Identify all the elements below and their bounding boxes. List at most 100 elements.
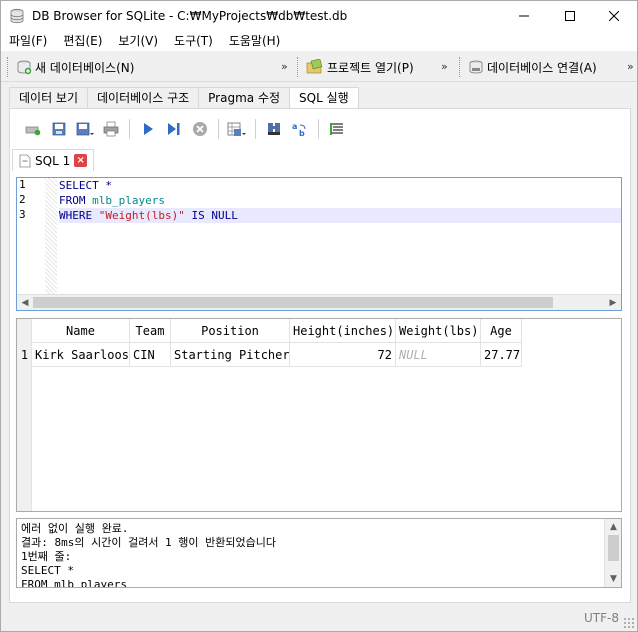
connect-database-label: 데이터베이스 연결(A) [487, 60, 597, 75]
scrollbar-thumb[interactable] [33, 297, 553, 308]
menu-edit[interactable]: 편집(E) [55, 31, 110, 51]
tab-edit-pragmas[interactable]: Pragma 수정 [198, 87, 291, 108]
code-line-3: WHERE "Weight(lbs)" IS NULL [59, 208, 621, 223]
play-icon [144, 123, 153, 135]
column-header[interactable]: Position [171, 319, 290, 343]
toolbar-grip[interactable] [7, 57, 10, 77]
sql-keyword: FROM [59, 194, 93, 207]
close-tab-icon[interactable]: × [74, 154, 88, 167]
row-number[interactable]: 1 [17, 343, 32, 367]
open-project-label: 프로젝트 열기(P) [327, 60, 414, 75]
open-tab-icon [25, 126, 41, 136]
column-header[interactable]: Name [32, 319, 130, 343]
scroll-left-icon[interactable]: ◀ [17, 295, 33, 310]
scrollbar-thumb[interactable] [608, 535, 619, 561]
connect-database-button[interactable]: 데이터베이스 연결(A) [466, 59, 599, 76]
sql-string: "Weight(lbs)" [98, 209, 185, 222]
sql-keyword: SELECT * [59, 179, 112, 192]
close-window-button[interactable] [591, 1, 637, 31]
column-header[interactable]: Team [130, 319, 171, 343]
save-sql-file-button[interactable] [72, 118, 98, 140]
window-title: DB Browser for SQLite - C:₩MyProjects₩db… [32, 9, 348, 23]
minimize-button[interactable] [501, 1, 547, 31]
find-replace-button[interactable]: ab [287, 118, 313, 140]
results-header-row: Name Team Position Height(inches) Weight… [32, 319, 522, 343]
execute-current-line-button[interactable] [161, 118, 187, 140]
table-row[interactable]: Kirk Saarloos CIN Starting Pitcher 72 NU… [32, 343, 522, 367]
new-database-button[interactable]: 새 데이터베이스(N) [14, 59, 136, 76]
toolbar-grip[interactable] [459, 57, 462, 77]
editor-horizontal-scrollbar[interactable]: ◀ ▶ [17, 294, 621, 310]
toolbar-separator [255, 119, 256, 139]
database-app-icon [10, 8, 24, 24]
scroll-right-icon[interactable]: ▶ [605, 295, 621, 310]
find-text-button[interactable] [261, 118, 287, 140]
tab-execute-sql[interactable]: SQL 실행 [289, 87, 359, 109]
table-cell-null[interactable]: NULL [396, 343, 481, 367]
message-vertical-scrollbar[interactable]: ▲ ▼ [604, 519, 621, 587]
column-header[interactable]: Weight(lbs) [396, 319, 481, 343]
toolbar-overflow-3[interactable]: » [627, 60, 634, 73]
table-cell[interactable]: Kirk Saarloos [32, 343, 130, 367]
execute-sql-pane: ab SQL 1 × 1 2 3 SELECT * FROM mlb_playe… [9, 108, 631, 603]
tab-database-structure[interactable]: 데이터베이스 구조 [87, 87, 200, 108]
new-database-icon [17, 60, 32, 75]
title-bar[interactable]: DB Browser for SQLite - C:₩MyProjects₩db… [1, 1, 637, 31]
table-cell[interactable]: 27.77 [481, 343, 522, 367]
execute-all-button[interactable] [135, 118, 161, 140]
sql-document-icon [19, 154, 31, 167]
results-grid[interactable]: Name Team Position Height(inches) Weight… [16, 318, 622, 512]
open-project-icon [306, 59, 323, 74]
table-cell[interactable]: 72 [290, 343, 396, 367]
sql-tab-1[interactable]: SQL 1 × [12, 149, 95, 171]
resize-grip[interactable] [623, 617, 635, 629]
table-cell[interactable]: CIN [130, 343, 171, 367]
new-database-label: 새 데이터베이스(N) [35, 60, 135, 75]
save-dropdown-icon [76, 122, 94, 136]
message-output[interactable]: 에러 없이 실행 완료. 결과: 8ms의 시간이 걸려서 1 행이 반환되었습… [16, 518, 622, 588]
sql-toolbar: ab [20, 118, 350, 140]
scroll-down-icon[interactable]: ▼ [605, 571, 621, 587]
menu-help[interactable]: 도움말(H) [221, 31, 289, 51]
print-icon [103, 121, 119, 137]
menu-file[interactable]: 파일(F) [1, 31, 55, 51]
stop-execution-button[interactable] [187, 118, 213, 140]
maximize-button[interactable] [547, 1, 593, 31]
menu-view[interactable]: 보기(V) [110, 31, 166, 51]
column-header[interactable]: Height(inches) [290, 319, 396, 343]
toolbar-overflow-2[interactable]: » [441, 60, 448, 73]
comment-block-button[interactable] [324, 118, 350, 140]
menu-bar: 파일(F) 편집(E) 보기(V) 도구(T) 도움말(H) [1, 31, 637, 51]
line-number-gutter: 1 2 3 [17, 178, 45, 294]
scroll-up-icon[interactable]: ▲ [605, 519, 621, 535]
tab-browse-data[interactable]: 데이터 보기 [9, 87, 89, 108]
toolbar-overflow-1[interactable]: » [281, 60, 288, 73]
open-project-button[interactable]: 프로젝트 열기(P) [304, 59, 416, 76]
open-tab-button[interactable] [20, 118, 46, 140]
toolbar-separator [218, 119, 219, 139]
find-replace-icon: ab [292, 122, 306, 137]
line-number: 2 [19, 193, 26, 206]
toolbar-grip[interactable] [297, 57, 300, 77]
main-toolbar: 새 데이터베이스(N) » 프로젝트 열기(P) » 데이터베이스 연결(A) … [1, 52, 637, 82]
menu-tools[interactable]: 도구(T) [166, 31, 221, 51]
find-icon [268, 123, 280, 135]
svg-text:a: a [292, 122, 297, 131]
close-icon [609, 11, 619, 21]
main-window: DB Browser for SQLite - C:₩MyProjects₩db… [0, 0, 638, 632]
open-sql-file-button[interactable] [46, 118, 72, 140]
code-line-1: SELECT * [59, 178, 621, 193]
sql-keyword: IS NULL [184, 209, 238, 222]
svg-text:b: b [299, 129, 305, 137]
table-cell[interactable]: Starting Pitcher [171, 343, 290, 367]
column-header[interactable]: Age [481, 319, 522, 343]
print-button[interactable] [98, 118, 124, 140]
sql-tab-bar: SQL 1 × [12, 149, 95, 171]
toolbar-group-connect: 데이터베이스 연결(A) [459, 55, 599, 79]
save-results-button[interactable] [224, 118, 250, 140]
maximize-icon [565, 11, 575, 21]
main-tab-bar: 데이터 보기 데이터베이스 구조 Pragma 수정 SQL 실행 [9, 87, 359, 109]
line-number: 1 [19, 178, 26, 191]
sql-editor[interactable]: 1 2 3 SELECT * FROM mlb_players WHERE "W… [16, 177, 622, 311]
fold-margin [45, 178, 57, 294]
